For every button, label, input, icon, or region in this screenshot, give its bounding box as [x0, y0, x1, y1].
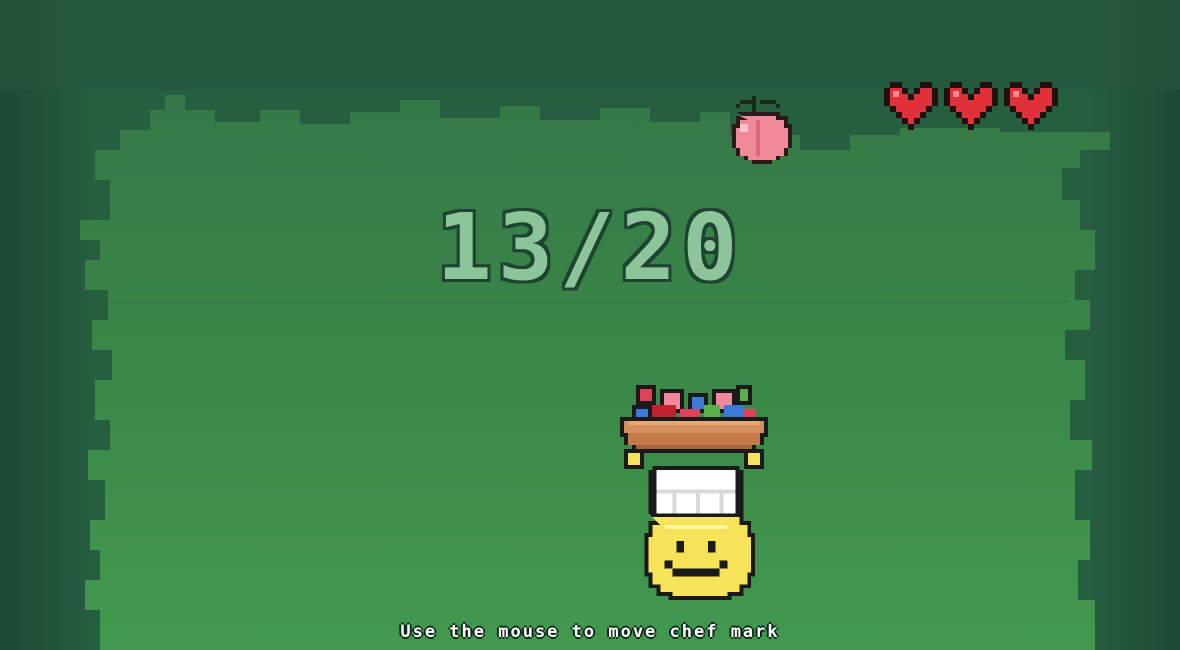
- life-heart-icon: [1004, 82, 1058, 130]
- life-heart-icon: [944, 82, 998, 130]
- life-heart-icon: [884, 82, 938, 130]
- falling-peach-icon: [732, 96, 792, 164]
- game-canvas[interactable]: 13/20 Use the mouse to move chef mark: [0, 0, 1180, 650]
- forest-clearing: [80, 95, 1110, 650]
- instruction-text: Use the mouse to move chef mark: [400, 622, 780, 642]
- score-counter: 13/20: [436, 194, 744, 301]
- chef-smiley-icon[interactable]: [636, 462, 756, 604]
- fruit-basket-icon: [620, 385, 768, 469]
- forest-background: [0, 0, 1180, 650]
